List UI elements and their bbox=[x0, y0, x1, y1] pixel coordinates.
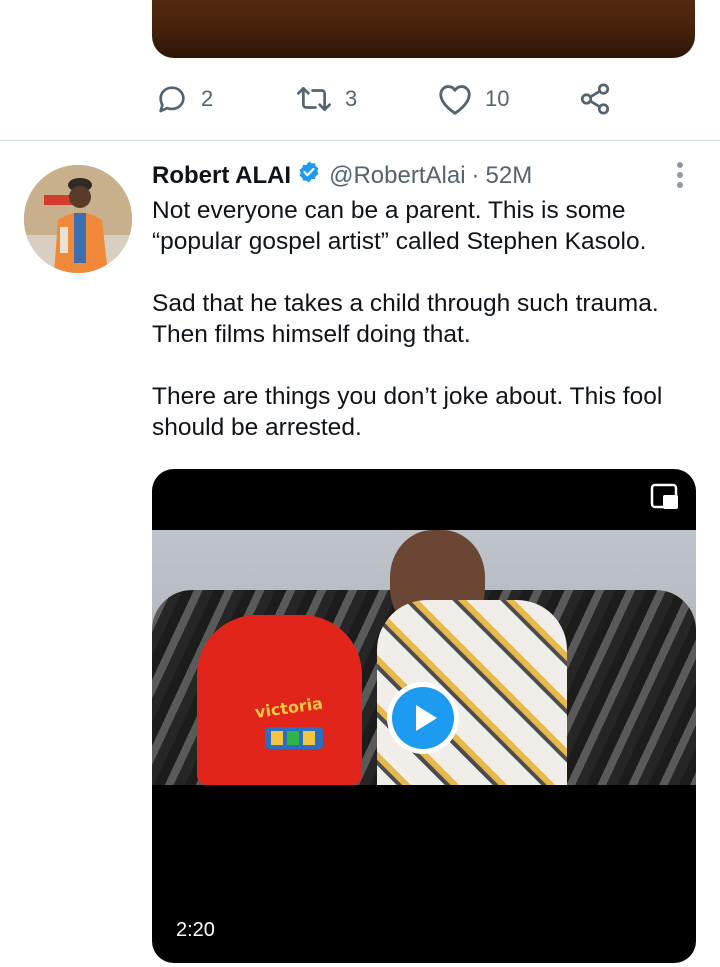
author-handle[interactable]: @RobertAlai bbox=[329, 162, 465, 190]
tweet-paragraph: Sad that he takes a child through such t… bbox=[152, 290, 659, 348]
tweet-header: Robert ALAI @RobertAlai · 52M bbox=[152, 160, 532, 191]
heart-icon bbox=[437, 82, 473, 116]
picture-in-picture-icon[interactable] bbox=[650, 482, 680, 512]
like-button[interactable]: 10 bbox=[437, 82, 509, 116]
share-button[interactable] bbox=[578, 82, 612, 116]
previous-tweet-actions: 2 3 10 bbox=[155, 82, 625, 120]
reply-button[interactable]: 2 bbox=[155, 82, 213, 116]
tweet-divider bbox=[0, 140, 720, 141]
video-player[interactable]: victoria 2:20 bbox=[152, 469, 696, 963]
tweet-time[interactable]: 52M bbox=[486, 162, 533, 190]
previous-tweet-media[interactable] bbox=[152, 0, 695, 58]
tweet-paragraph: Not everyone can be a parent. This is so… bbox=[152, 197, 647, 255]
retweet-icon bbox=[295, 82, 333, 116]
verified-badge-icon bbox=[297, 160, 321, 191]
video-duration: 2:20 bbox=[176, 919, 215, 941]
retweet-count: 3 bbox=[345, 86, 358, 111]
play-button[interactable] bbox=[385, 680, 461, 756]
header-separator: · bbox=[471, 161, 480, 189]
video-child: victoria bbox=[197, 615, 362, 785]
tweet-text: Not everyone can be a parent. This is so… bbox=[152, 195, 702, 443]
reply-count: 2 bbox=[201, 86, 214, 111]
tweet-paragraph: There are things you don’t joke about. T… bbox=[152, 383, 663, 441]
more-options-icon[interactable] bbox=[668, 160, 692, 190]
retweet-button[interactable]: 3 bbox=[295, 82, 357, 116]
share-icon bbox=[578, 82, 612, 116]
avatar[interactable] bbox=[24, 165, 132, 273]
author-name[interactable]: Robert ALAI bbox=[152, 162, 291, 190]
video-shirt-text: victoria bbox=[254, 694, 324, 722]
reply-icon bbox=[155, 82, 189, 116]
like-count: 10 bbox=[485, 86, 510, 111]
play-icon bbox=[387, 682, 459, 754]
timeline: 2 3 10 Robert ALAI @RobertAlai · 52M Not… bbox=[0, 0, 720, 967]
